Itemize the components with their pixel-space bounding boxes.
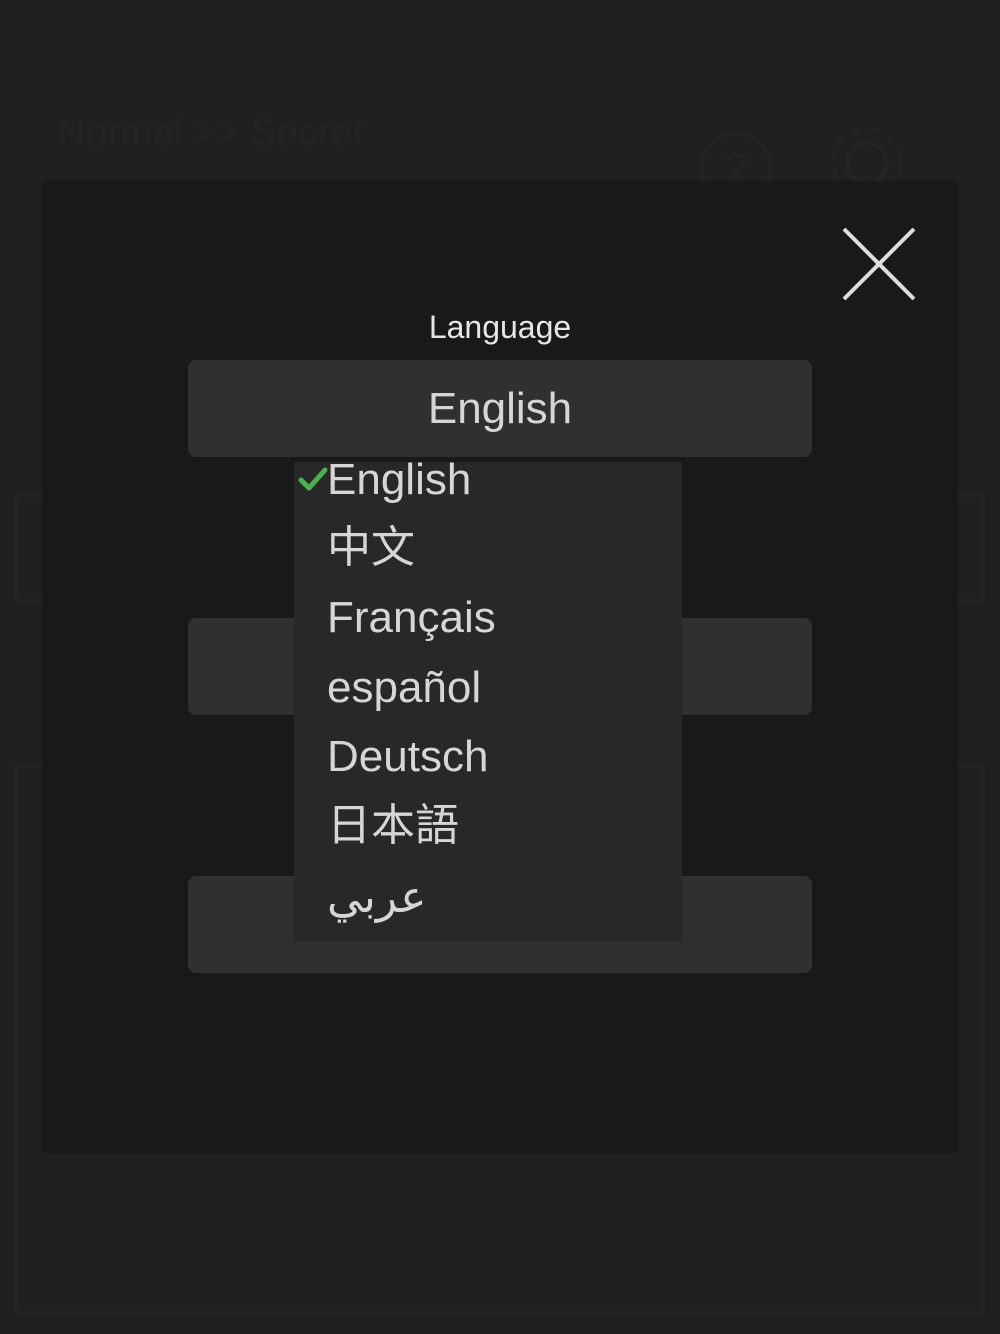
language-option-label: español — [327, 663, 482, 712]
language-label: Language — [428, 309, 572, 345]
language-option-label: Français — [327, 593, 496, 642]
language-dropdown: English 中文 Français español Deutsch 日本語 … — [294, 455, 682, 942]
background-title: Normal >> Secret — [58, 112, 364, 154]
language-option-arabic[interactable]: عربي — [294, 864, 682, 932]
language-option-chinese[interactable]: 中文 — [294, 514, 682, 582]
language-option-label: 中文 — [327, 523, 415, 572]
language-option-japanese[interactable]: 日本語 — [294, 792, 682, 860]
language-option-label: English — [327, 455, 472, 504]
language-option-label: عربي — [327, 873, 427, 922]
language-option-german[interactable]: Deutsch — [294, 723, 682, 791]
language-option-label: 日本語 — [327, 801, 459, 850]
language-select[interactable]: English — [188, 360, 812, 457]
close-icon[interactable] — [838, 223, 920, 305]
language-option-english[interactable]: English — [294, 446, 682, 514]
language-option-label: Deutsch — [327, 732, 489, 781]
language-option-french[interactable]: Français — [294, 584, 682, 652]
language-option-spanish[interactable]: español — [294, 654, 682, 722]
check-icon — [298, 467, 328, 491]
